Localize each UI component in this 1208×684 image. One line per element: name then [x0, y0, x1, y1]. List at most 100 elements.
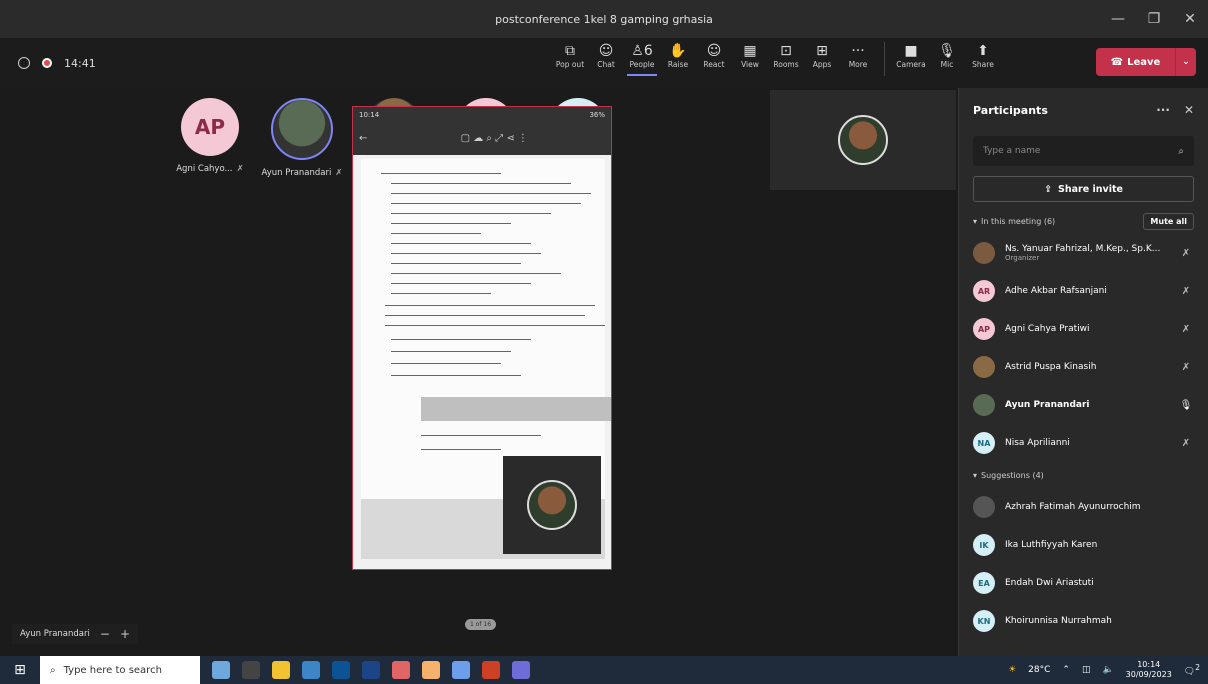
toolbar-raise-button[interactable]: ✋ Raise [663, 42, 693, 76]
participant-name: Endah Dwi Ariastuti [1005, 578, 1094, 588]
toolbar-label: Apps [812, 60, 832, 69]
network-icon[interactable]: ◫ [1082, 665, 1091, 675]
mail-icon[interactable] [332, 661, 350, 679]
participant-list-item[interactable]: Astrid Puspa Kinasih ✗ [959, 348, 1208, 386]
close-panel-icon[interactable]: ✕ [1184, 103, 1194, 117]
toolbar-react-button[interactable]: ☺ React [699, 42, 729, 76]
toolbar-apps-button[interactable]: ⊞ Apps [807, 42, 837, 76]
speaker-video-tile[interactable] [770, 90, 956, 190]
gallery-participant[interactable]: Ayun Pranandari ✗ [256, 98, 348, 178]
participant-name-row: Ayun Pranandari ✗ [262, 168, 343, 178]
leave-button[interactable]: ☎ Leave ⌄ [1096, 48, 1196, 76]
share-invite-label: Share invite [1058, 183, 1123, 195]
mic-off-icon: ✗ [236, 164, 244, 174]
phone-time: 10:14 [359, 111, 380, 119]
participant-photo [271, 98, 333, 160]
participant-video [527, 480, 577, 530]
mute-all-button[interactable]: Mute all [1143, 212, 1194, 230]
participant-list-item[interactable]: IK Ika Luthfiyyah Karen [959, 526, 1208, 564]
rooms-icon: ⊡ [780, 43, 792, 59]
toolbar-mic-button[interactable]: 🎙 Mic [932, 42, 962, 76]
leave-label: Leave [1127, 56, 1161, 68]
zoom-out-icon[interactable]: − [100, 627, 110, 641]
toolbar-chat-button[interactable]: ☺ Chat [591, 42, 621, 76]
mic-on-icon[interactable]: 🎙 [1178, 400, 1194, 411]
word-icon[interactable] [362, 661, 380, 679]
more-icon: ··· [851, 43, 865, 59]
panel-title: Participants [973, 103, 1048, 117]
participant-info: Ns. Yanuar Fahrizal, M.Kep., Sp.K... Orga… [1005, 244, 1178, 262]
toolbar-more-button[interactable]: ··· More [843, 42, 873, 76]
participant-list-item[interactable]: AR Adhe Akbar Rafsanjani ✗ [959, 272, 1208, 310]
notification-icon[interactable]: 🗨2 [1184, 663, 1200, 677]
toolbar-label: Pop out [555, 60, 585, 69]
chrome-icon[interactable] [422, 661, 440, 679]
participant-list-item[interactable]: Azhrah Fatimah Ayunurrochim [959, 488, 1208, 526]
participant-avatar: IK [973, 534, 995, 556]
participant-list-item[interactable]: EA Endah Dwi Ariastuti [959, 564, 1208, 602]
meeting-status: 14:41 [18, 38, 96, 88]
phone-battery: 36% [589, 111, 605, 119]
participant-info: Endah Dwi Ariastuti [1005, 578, 1194, 588]
widget-app-icon[interactable] [212, 661, 230, 679]
store-icon[interactable] [302, 661, 320, 679]
search-placeholder: Type a name [983, 146, 1041, 156]
app-icon[interactable] [452, 661, 470, 679]
participant-list-item[interactable]: Ns. Yanuar Fahrizal, M.Kep., Sp.K... Orga… [959, 234, 1208, 272]
gallery-participant[interactable]: AP Agni Cahyo... ✗ [164, 98, 256, 178]
mic-off-icon[interactable]: ✗ [1178, 286, 1194, 297]
react-icon: ☺ [706, 43, 722, 59]
in-meeting-section[interactable]: ▾ In this meeting (6) Mute all [959, 208, 1208, 234]
participant-name: Adhe Akbar Rafsanjani [1005, 286, 1107, 296]
participant-search-input[interactable]: Type a name ⌕ [973, 136, 1194, 166]
more-options-icon[interactable]: ··· [1156, 103, 1170, 117]
toolbar-view-button[interactable]: ▦ View [735, 42, 765, 76]
clock[interactable]: 10:14 30/09/2023 [1126, 660, 1172, 680]
window-controls: — ❐ ✕ [1100, 0, 1208, 38]
participant-list-item[interactable]: NA Nisa Aprilianni ✗ [959, 424, 1208, 462]
participant-photo [973, 394, 995, 416]
file-explorer-icon[interactable] [272, 661, 290, 679]
suggestions-section[interactable]: ▾ Suggestions (4) [959, 462, 1208, 488]
volume-icon[interactable]: 🔈 [1102, 665, 1113, 675]
participant-list-item[interactable]: Ayun Pranandari 🎙 [959, 386, 1208, 424]
chevron-up-icon[interactable]: ⌃ [1062, 665, 1070, 675]
toolbar-share-button[interactable]: ⬆ Share [968, 42, 998, 76]
mic-off-icon[interactable]: ✗ [1178, 248, 1194, 259]
participant-list-item[interactable]: KN Khoirunnisa Nurrahmah [959, 602, 1208, 640]
toolbar-camera-button[interactable]: ■ Camera [896, 42, 926, 76]
windows-start-icon[interactable]: ⊞ [0, 662, 40, 678]
participant-name: Nisa Aprilianni [1005, 438, 1070, 448]
teams-icon[interactable] [512, 661, 530, 679]
leave-dropdown-icon[interactable]: ⌄ [1175, 48, 1196, 76]
participant-avatar: NA [973, 432, 995, 454]
participant-photo [973, 242, 995, 264]
share-invite-button[interactable]: ⇪ Share invite [973, 176, 1194, 202]
toolbar-label: Camera [896, 60, 926, 69]
toolbar-people-button[interactable]: ♙6 People [627, 42, 657, 76]
participant-name: Ayun Pranandari [261, 168, 332, 178]
toolbar-label: Mic [940, 60, 954, 69]
participant-list-item[interactable]: AP Agni Cahya Pratiwi ✗ [959, 310, 1208, 348]
mic-off-icon[interactable]: ✗ [1178, 438, 1194, 449]
minimize-icon[interactable]: — [1100, 0, 1136, 38]
taskbar-search-input[interactable]: ⌕ Type here to search [40, 656, 200, 684]
app-icon[interactable] [482, 661, 500, 679]
mic-off-icon[interactable]: ✗ [1178, 362, 1194, 373]
powerpoint-icon[interactable] [392, 661, 410, 679]
zoom-in-icon[interactable]: + [120, 627, 130, 641]
task-view-icon[interactable] [242, 661, 260, 679]
mic-off-icon[interactable]: ✗ [1178, 324, 1194, 335]
toolbar-label: Chat [597, 60, 615, 69]
toolbar-rooms-button[interactable]: ⊡ Rooms [771, 42, 801, 76]
participant-role: Organizer [1005, 254, 1040, 262]
participant-name: Ika Luthfiyyah Karen [1005, 540, 1098, 550]
toolbar-pop-out-button[interactable]: ⧉ Pop out [555, 42, 585, 76]
active-speaker-name: Ayun Pranandari [20, 629, 90, 639]
close-icon[interactable]: ✕ [1172, 0, 1208, 38]
people-icon: ♙6 [631, 43, 653, 59]
pip-video-tile[interactable] [503, 456, 601, 554]
participant-photo [973, 356, 995, 378]
toolbar-divider [884, 42, 885, 76]
maximize-icon[interactable]: ❐ [1136, 0, 1172, 38]
